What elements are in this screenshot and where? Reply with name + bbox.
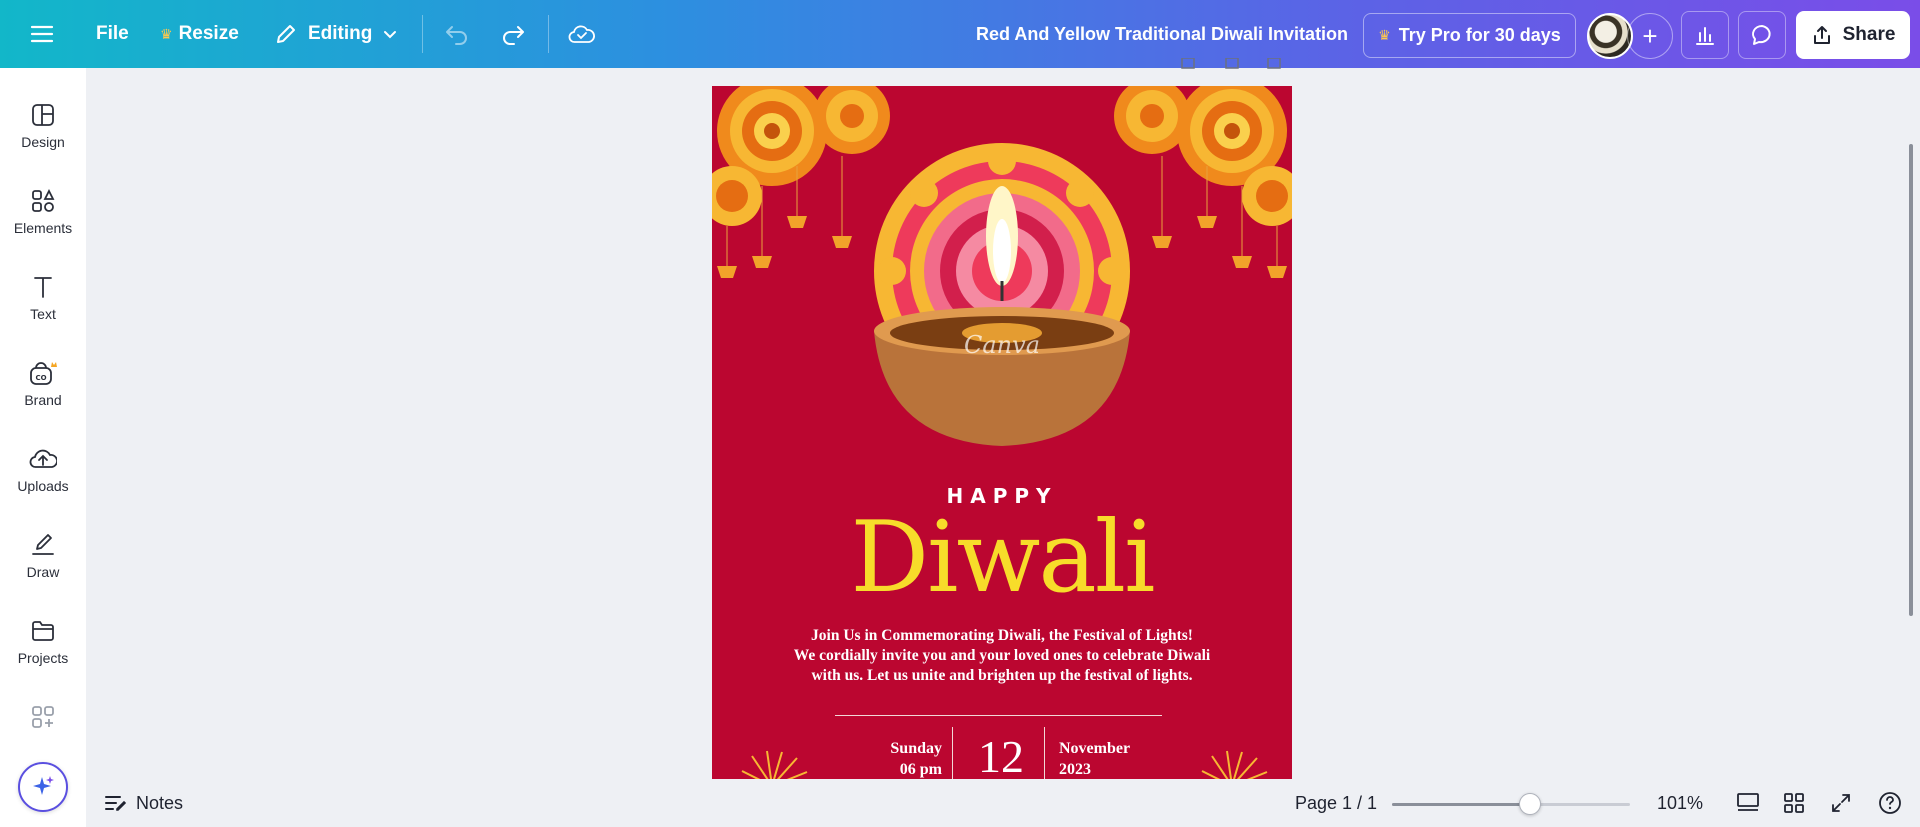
event-day-time[interactable]: Sunday 06 pm — [862, 738, 942, 779]
hamburger-icon — [30, 25, 54, 43]
invitation-text[interactable]: Join Us in Commemorating Diwali, the Fes… — [752, 626, 1252, 686]
notes-icon — [105, 796, 126, 811]
toolbar-divider — [422, 15, 423, 53]
pages-icon — [1737, 793, 1759, 811]
draw-icon — [32, 534, 54, 555]
sidebar-item-uploads[interactable]: Uploads — [0, 432, 86, 502]
file-menu-button[interactable]: File — [96, 0, 129, 68]
page-indicator[interactable]: Page 1 / 1 — [1295, 779, 1377, 827]
expand-icon — [1832, 794, 1850, 812]
comments-button[interactable] — [1738, 11, 1786, 59]
share-icon — [1813, 26, 1830, 44]
sidebar-item-label: Draw — [26, 564, 60, 580]
redo-button[interactable] — [500, 0, 526, 68]
add-collaborator-button[interactable]: + — [1627, 13, 1673, 59]
toolbar-divider — [548, 15, 549, 53]
pencil-icon — [277, 25, 295, 43]
crown-icon: ♛ — [160, 25, 173, 42]
resize-button[interactable]: ♛ Resize — [160, 0, 239, 68]
diya-lamp-illustration[interactable] — [852, 141, 1152, 461]
sidebar-item-brand[interactable]: CO Brand — [0, 346, 86, 416]
cloud-check-icon — [568, 25, 595, 43]
design-icon — [32, 104, 54, 126]
sidebar-item-label: Elements — [13, 220, 73, 236]
grid-view-button[interactable] — [1783, 779, 1805, 827]
grid-icon — [1784, 793, 1804, 813]
insights-button[interactable] — [1681, 11, 1729, 59]
editing-mode-button[interactable]: Editing — [274, 0, 398, 68]
plus-icon: + — [1642, 20, 1658, 51]
diwali-title[interactable]: Diwali — [712, 501, 1292, 615]
apps-icon — [32, 706, 54, 728]
help-icon — [1879, 792, 1901, 814]
sidebar-item-text[interactable]: Text — [0, 260, 86, 330]
text-icon — [34, 277, 52, 298]
sidebar-item-projects[interactable]: Projects — [0, 604, 86, 674]
save-status-button[interactable] — [568, 0, 596, 68]
invitation-line: We cordially invite you and your loved o… — [793, 647, 1211, 664]
projects-icon — [32, 621, 54, 641]
editing-label: Editing — [308, 23, 373, 44]
share-label: Share — [1842, 24, 1896, 45]
magic-assistant-button[interactable] — [18, 762, 68, 812]
sidebar-item-apps[interactable] — [0, 690, 86, 760]
firework-decoration-left — [741, 750, 808, 779]
event-date[interactable]: 12 — [953, 730, 1049, 779]
zoom-slider-thumb[interactable] — [1519, 793, 1542, 815]
comment-icon — [1752, 25, 1771, 45]
sparkle-icon — [33, 776, 54, 795]
fullscreen-button[interactable] — [1830, 779, 1852, 827]
bottom-bar: Notes Page 1 / 1 101% — [86, 779, 1920, 827]
event-year: 2023 — [1059, 761, 1091, 778]
canva-watermark: Canva — [964, 331, 1040, 359]
try-pro-label: Try Pro for 30 days — [1398, 25, 1561, 45]
share-button[interactable]: Share — [1796, 11, 1910, 59]
chevron-down-icon — [384, 31, 397, 39]
bar-chart-icon — [1696, 27, 1714, 45]
divider-line — [835, 715, 1162, 716]
sidebar-item-draw[interactable]: Draw — [0, 518, 86, 588]
resize-label: Resize — [178, 23, 239, 44]
notes-button[interactable]: Notes — [104, 779, 183, 827]
vertical-scrollbar[interactable] — [1909, 144, 1913, 616]
try-pro-button[interactable]: ♛ Try Pro for 30 days — [1363, 13, 1576, 58]
zoom-slider-fill — [1392, 803, 1531, 806]
sidebar-item-label: Design — [21, 134, 65, 150]
help-button[interactable] — [1878, 779, 1902, 827]
top-toolbar: File ♛ Resize Editing Red And Yellow Tra… — [0, 0, 1920, 68]
event-time: 06 pm — [899, 761, 942, 778]
brand-icon: CO — [30, 362, 57, 385]
sidebar-item-label: Projects — [17, 650, 69, 666]
undo-icon — [446, 26, 467, 45]
invitation-line: with us. Let us unite and brighten up th… — [811, 667, 1193, 684]
firework-decoration-right — [1201, 750, 1268, 779]
notes-label: Notes — [136, 792, 184, 813]
svg-text:CO: CO — [35, 374, 46, 382]
event-month: November — [1059, 740, 1131, 757]
zoom-slider[interactable] — [1392, 793, 1630, 815]
elements-icon — [32, 188, 55, 212]
document-title[interactable]: Red And Yellow Traditional Diwali Invita… — [976, 0, 1348, 68]
sidebar-item-elements[interactable]: Elements — [0, 174, 86, 244]
left-sidebar: Design Elements Text CO Brand Uploads Dr… — [0, 68, 86, 827]
uploads-icon — [29, 449, 57, 468]
zoom-level[interactable]: 101% — [1657, 779, 1703, 827]
event-month-year[interactable]: November 2023 — [1059, 738, 1179, 779]
page-toolbar-handles[interactable] — [1180, 58, 1290, 70]
invitation-line: Join Us in Commemorating Diwali, the Fes… — [811, 627, 1193, 644]
redo-icon — [503, 26, 524, 45]
page-view-button[interactable] — [1736, 779, 1760, 827]
sidebar-item-design[interactable]: Design — [0, 88, 86, 158]
design-canvas[interactable]: Canva HAPPY Diwali Join Us in Commemorat… — [712, 86, 1292, 779]
menu-button[interactable] — [30, 0, 54, 68]
sidebar-item-label: Brand — [24, 392, 62, 408]
sidebar-item-label: Uploads — [17, 478, 69, 494]
crown-icon: ♛ — [1378, 27, 1391, 43]
sidebar-item-label: Text — [30, 306, 56, 322]
event-day: Sunday — [890, 740, 942, 757]
undo-button[interactable] — [444, 0, 470, 68]
